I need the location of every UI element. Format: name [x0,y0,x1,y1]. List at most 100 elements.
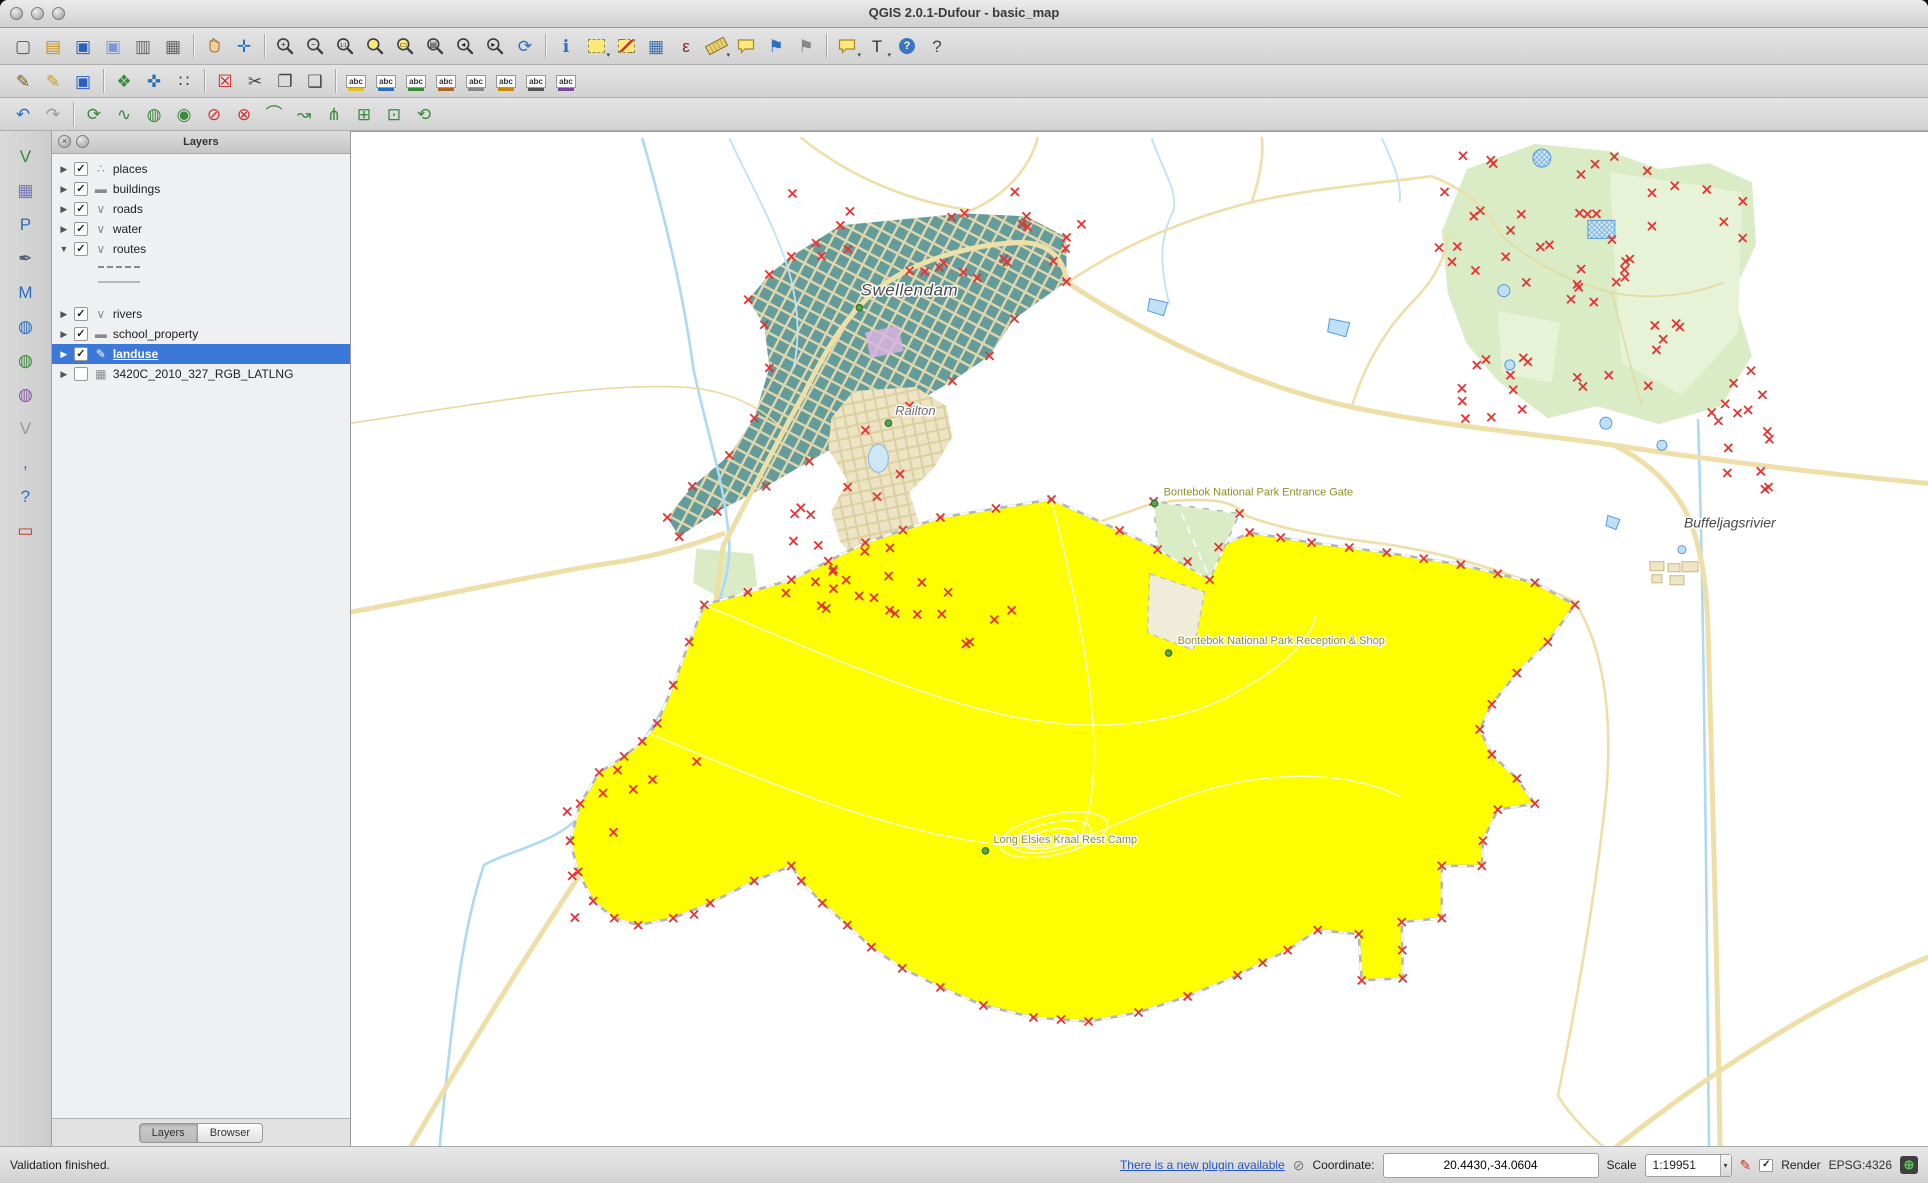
pin-labels-button[interactable]: abc [431,68,461,95]
reshape-features-button[interactable]: ↝ [289,101,319,128]
panel-tab-browser[interactable]: Browser [198,1123,263,1143]
pan-map-button[interactable] [199,33,229,60]
labeling-button[interactable]: abc [341,68,371,95]
render-checkbox[interactable]: ✓ [1759,1159,1773,1172]
layer-item-landuse[interactable]: ▶✓✎landuse [52,344,350,364]
simplify-feature-button[interactable]: ∿ [109,101,139,128]
layer-item-routes[interactable]: ▼✓∨routes [52,239,350,259]
save-project-button[interactable]: ▣ [68,33,98,60]
panel-detach-icon[interactable] [76,135,89,148]
rotate-label-button[interactable]: abc [401,68,431,95]
node-tool-button[interactable]: ∷ [169,68,199,95]
gps-tools-button[interactable]: ? [10,483,40,510]
layer-checkbox[interactable]: ✓ [74,222,88,236]
layer-checkbox[interactable]: ✓ [74,327,88,341]
add-wfs-layer-button[interactable]: ◍ [10,381,40,408]
add-feature-button[interactable]: ❖ [109,68,139,95]
layer-checkbox[interactable] [74,367,88,381]
stop-rendering-icon[interactable]: ✎ [1740,1157,1752,1174]
paste-features-button[interactable]: ❑ [300,68,330,95]
save-layer-edits-button[interactable]: ▣ [68,68,98,95]
new-print-composer-button[interactable]: ▥ [128,33,158,60]
refresh-button[interactable]: ⟳ [510,33,540,60]
layer-item-school_property[interactable]: ▶✓▬school_property [52,324,350,344]
toggle-editing-button[interactable]: ✎ [38,68,68,95]
whats-this-button[interactable]: ? [922,33,952,60]
expander-icon[interactable]: ▶ [57,369,71,380]
chevron-down-icon[interactable]: ▾ [1720,1155,1731,1176]
add-spatialite-layer-button[interactable]: ✒ [10,245,40,272]
current-edits-button[interactable]: ✎ [8,68,38,95]
text-annotation-button[interactable]: T▾ [862,33,892,60]
add-wcs-layer-button[interactable]: ◍ [10,347,40,374]
layer-item-places[interactable]: ▶✓∴places [52,159,350,179]
open-project-button[interactable]: ▤ [38,33,68,60]
rotate-feature-button[interactable]: ⟳ [79,101,109,128]
add-delimited-text-layer-button[interactable]: , [10,449,40,476]
move-label-button[interactable]: abc [371,68,401,95]
add-part-button[interactable]: ◉ [169,101,199,128]
layer-checkbox[interactable]: ✓ [74,347,88,361]
open-attribute-table-button[interactable]: ▦ [641,33,671,60]
log-messages-icon[interactable]: ⊘ [1293,1157,1305,1174]
expander-icon[interactable]: ▶ [57,329,71,340]
help-button[interactable]: ? [892,33,922,60]
new-spatialite-layer-button[interactable]: ▭ [10,517,40,544]
annotation-button[interactable]: ▾ [832,33,862,60]
change-label-button[interactable]: abc [521,68,551,95]
merge-features-button[interactable]: ⊞ [349,101,379,128]
layer-item-water[interactable]: ▶✓∨water [52,219,350,239]
expander-icon[interactable]: ▶ [57,309,71,320]
move-feature-button[interactable]: ✜ [139,68,169,95]
add-ring-button[interactable]: ◍ [139,101,169,128]
layer-checkbox[interactable]: ✓ [74,182,88,196]
zoom-to-selection-button[interactable]: ▭ [390,33,420,60]
expander-icon[interactable]: ▶ [57,164,71,175]
label-properties-button[interactable]: abc [551,68,581,95]
plugin-link[interactable]: There is a new plugin available [1120,1158,1285,1172]
zoom-last-button[interactable]: ◂ [450,33,480,60]
zoom-next-button[interactable]: ▸ [480,33,510,60]
split-features-button[interactable]: ⋔ [319,101,349,128]
new-project-button[interactable]: ▢ [8,33,38,60]
zoom-out-button[interactable]: − [300,33,330,60]
merge-attributes-button[interactable]: ⊡ [379,101,409,128]
offset-curve-button[interactable]: ⌒ [259,101,289,128]
identify-button[interactable]: ℹ [551,33,581,60]
composer-manager-button[interactable]: ▦ [158,33,188,60]
highlight-pinned-labels-button[interactable]: abc [491,68,521,95]
new-shapefile-layer-button[interactable]: V [10,415,40,442]
add-raster-layer-button[interactable]: ▦ [10,177,40,204]
panel-tab-layers[interactable]: Layers [139,1123,198,1143]
layer-checkbox[interactable]: ✓ [74,307,88,321]
coordinate-input[interactable] [1383,1153,1599,1178]
rotate-point-symbols-button[interactable]: ⟲ [409,101,439,128]
zoom-to-layer-button[interactable]: ▤ [420,33,450,60]
scale-combo[interactable]: 1:19951 ▾ [1645,1154,1732,1177]
pan-to-selection-button[interactable]: ✛ [229,33,259,60]
show-bookmarks-button[interactable]: ⚑ [791,33,821,60]
layer-checkbox[interactable]: ✓ [74,162,88,176]
deselect-features-button[interactable] [611,33,641,60]
add-postgis-layer-button[interactable]: P [10,211,40,238]
measure-button[interactable]: ▾ [701,33,731,60]
zoom-in-button[interactable]: + [270,33,300,60]
layer-checkbox[interactable]: ✓ [74,242,88,256]
panel-close-icon[interactable]: × [58,135,71,148]
save-project-as-button[interactable]: ▣ [98,33,128,60]
expander-icon[interactable]: ▶ [57,184,71,195]
delete-selected-button[interactable]: ☒ [210,68,240,95]
copy-features-button[interactable]: ❐ [270,68,300,95]
zoom-native-button[interactable]: 1:1 [330,33,360,60]
delete-ring-button[interactable]: ⊘ [199,101,229,128]
cut-features-button[interactable]: ✂ [240,68,270,95]
map-tips-button[interactable] [731,33,761,60]
expander-icon[interactable]: ▶ [57,224,71,235]
layer-item-buildings[interactable]: ▶✓▬buildings [52,179,350,199]
layer-item-rivers[interactable]: ▶✓∨rivers [52,304,350,324]
layer-item-3420C_2010_327_RGB_LATLNG[interactable]: ▶▦3420C_2010_327_RGB_LATLNG [52,364,350,384]
expander-icon[interactable]: ▶ [57,349,71,360]
layer-checkbox[interactable]: ✓ [74,202,88,216]
delete-part-button[interactable]: ⊗ [229,101,259,128]
select-features-button[interactable]: ▾ [581,33,611,60]
